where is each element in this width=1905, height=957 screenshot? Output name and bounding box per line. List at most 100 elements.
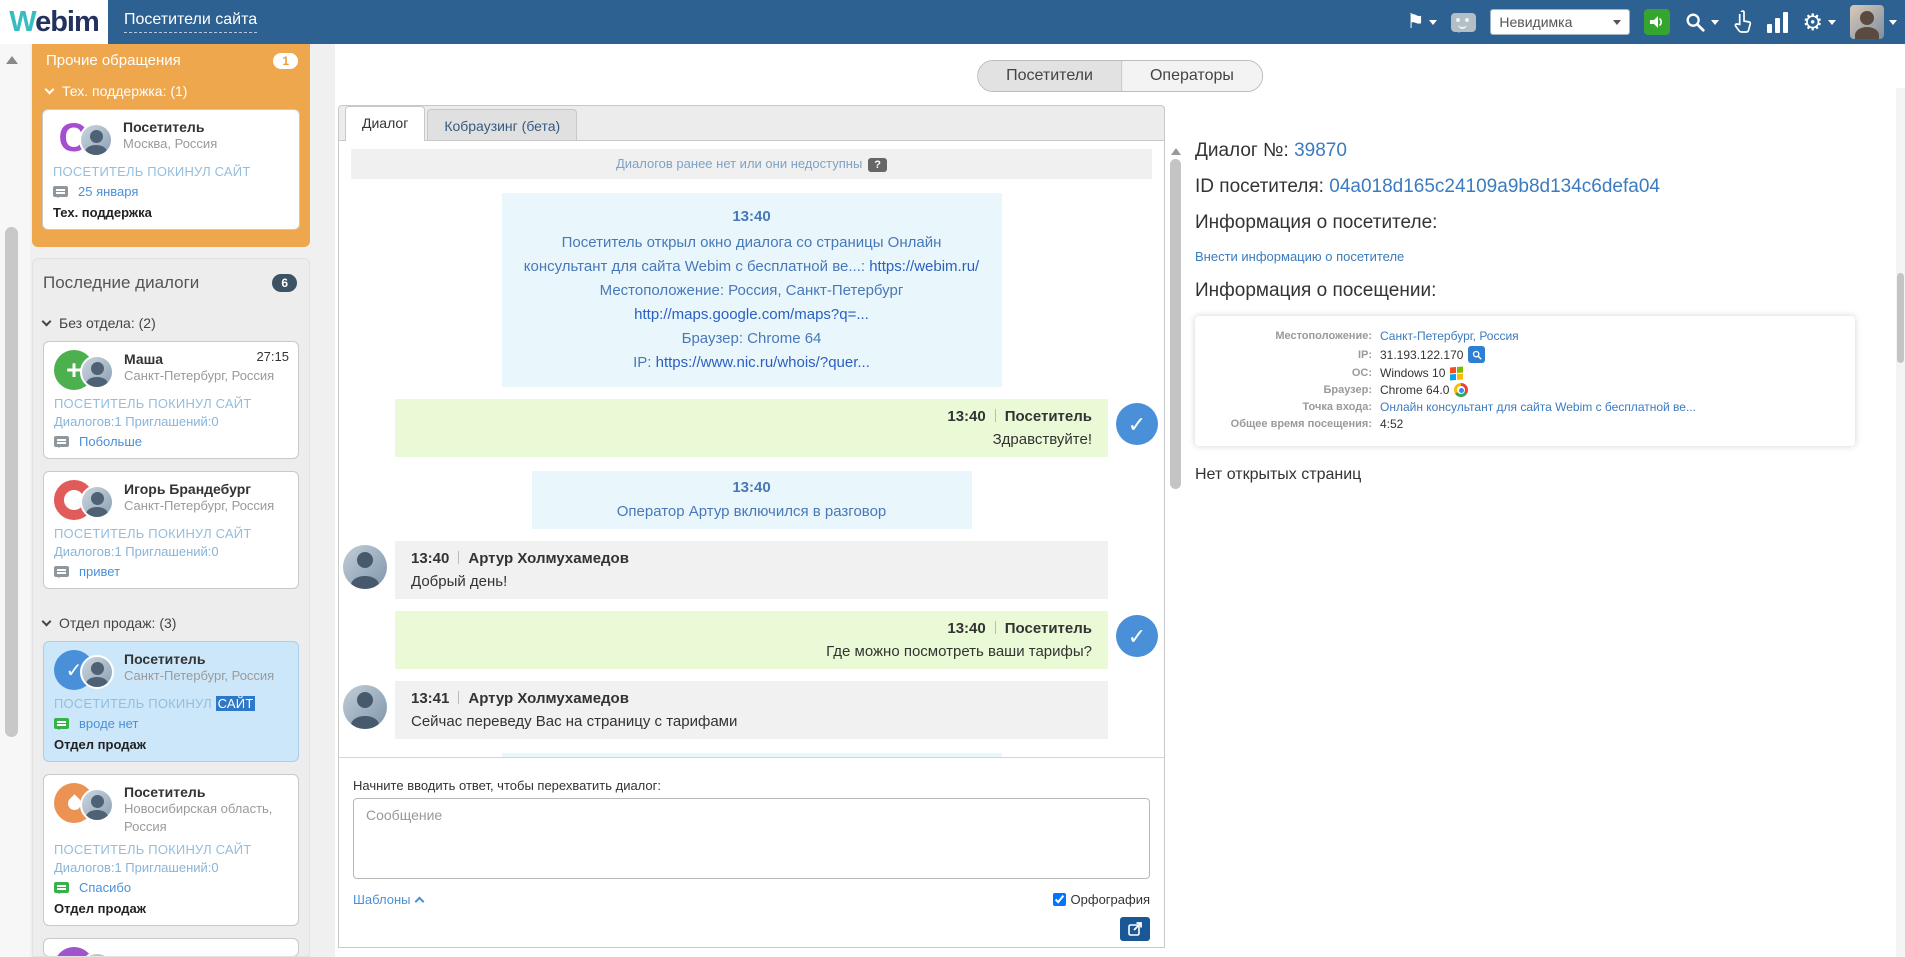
page-scrollbar[interactable] — [1896, 88, 1905, 957]
visitor-id-link[interactable]: 04a018d165c24109a9b8d134c6defa04 — [1329, 176, 1660, 197]
whois-link[interactable]: https://www.nic.ru/whois/?quer... — [656, 354, 870, 371]
read-check-icon: ✓ — [1116, 403, 1158, 445]
recent-dialogs-label: Последние диалоги — [43, 273, 200, 292]
search-button[interactable] — [1684, 11, 1720, 33]
windows-icon — [1450, 366, 1464, 380]
status-select-value: Невидимка — [1499, 14, 1573, 30]
last-message-link[interactable]: Спасибо — [79, 880, 131, 895]
send-icon — [1128, 922, 1142, 936]
visit-row-ip: IP: 31.193.122.170 — [1195, 346, 1841, 363]
flag-menu-button[interactable]: ⚑ — [1406, 12, 1438, 32]
message-time: 13:40 — [732, 479, 771, 496]
dialog-panel: Диалог Кобраузинг (бета) Диалогов ранее … — [338, 105, 1165, 948]
visitor-card-partial[interactable] — [43, 938, 299, 956]
visitor-card-tech[interactable]: C Посетитель Москва, Россия ПОСЕТИТЕЛЬ П… — [42, 109, 300, 230]
chat-scrollbar[interactable] — [1169, 141, 1182, 758]
other-requests-header[interactable]: Прочие обращения 1 — [32, 44, 310, 69]
scroll-up-icon[interactable] — [6, 50, 18, 64]
dialog-timer: 27:15 — [256, 349, 289, 364]
visitor-sidebar: Прочие обращения 1 Тех. поддержка: (1) C… — [0, 44, 335, 957]
message-author: Посетитель — [1004, 620, 1092, 637]
visitor-info-panel: Диалог №: 39870 ID посетителя: 04a018d16… — [1195, 140, 1885, 484]
highlighted-text: САЙТ — [215, 696, 256, 711]
message-textarea[interactable] — [353, 798, 1150, 879]
dialog-number-row: Диалог №: 39870 — [1195, 140, 1347, 161]
visit-row-os: ОС: Windows 10 — [1195, 366, 1841, 380]
last-message-link[interactable]: Побольше — [79, 434, 142, 449]
add-visitor-info-link[interactable]: Внести информацию о посетителе — [1195, 249, 1404, 264]
recent-dialogs-header: Последние диалоги 6 — [33, 263, 309, 301]
tab-cobrowsing[interactable]: Кобраузинг (бета) — [427, 109, 578, 140]
scroll-up-icon[interactable] — [1170, 143, 1181, 155]
visitor-status: ПОСЕТИТЕЛЬ ПОКИНУЛ САЙТ — [54, 526, 252, 541]
visitor-id-row: ID посетителя: 04a018d165c24109a9b8d134c… — [1195, 176, 1660, 197]
last-message-link[interactable]: вроде нет — [79, 716, 138, 731]
settings-button[interactable]: ⚙ — [1802, 10, 1836, 34]
chevron-down-icon — [1889, 19, 1897, 25]
no-earlier-dialogs-banner: Диалогов ранее нет или они недоступны? — [351, 149, 1152, 179]
visitor-card-novosibirsk[interactable]: Посетитель Новосибирская область, Россия… — [43, 774, 299, 926]
visitor-stats: Диалогов:1 Приглашений:0 — [54, 414, 219, 429]
message-time: 13:40 — [947, 408, 986, 425]
message-time: 13:40 — [732, 208, 771, 225]
visitor-department: Отдел продаж — [54, 901, 146, 916]
chevron-down-icon — [1711, 19, 1720, 25]
smiley-bubble-icon — [1451, 12, 1477, 33]
speaker-icon — [1650, 16, 1663, 28]
sound-button[interactable] — [1644, 9, 1671, 35]
location-link[interactable]: Санкт-Петербург, Россия — [1380, 329, 1519, 343]
bar-chart-icon — [1767, 11, 1789, 33]
user-avatar — [1850, 5, 1884, 39]
speech-bubble-icon — [54, 436, 69, 448]
site-link[interactable]: https://webim.ru/ — [869, 258, 979, 275]
group-header-sales[interactable]: Отдел продаж: (3) — [33, 601, 309, 637]
pointer-button[interactable] — [1733, 10, 1753, 34]
recent-dialogs-badge: 6 — [272, 274, 297, 292]
webim-logo[interactable]: Webim — [0, 0, 108, 44]
toggle-operators[interactable]: Операторы — [1120, 61, 1262, 91]
reply-label: Начните вводить ответ, чтобы перехватить… — [353, 778, 661, 793]
statistics-button[interactable] — [1767, 11, 1789, 33]
visitor-status: ПОСЕТИТЕЛЬ ПОКИНУЛ САЙТ — [53, 164, 251, 179]
group-header-no-department[interactable]: Без отдела: (2) — [33, 301, 309, 337]
entry-point-link[interactable]: Онлайн консультант для сайта Webim с бес… — [1380, 400, 1696, 414]
send-button[interactable] — [1120, 917, 1150, 941]
message-author: Артур Холмухамедов — [468, 690, 629, 707]
visitor-avatars: C — [53, 118, 115, 158]
sidebar-scrollbar-thumb[interactable] — [5, 227, 18, 737]
reply-area: Начните вводить ответ, чтобы перехватить… — [339, 758, 1164, 947]
chevron-down-icon — [1613, 19, 1622, 25]
message-list: Диалогов ранее нет или они недоступны? 1… — [339, 141, 1164, 758]
sidebar-scrollbar[interactable] — [0, 44, 30, 957]
chrome-icon — [1454, 383, 1469, 397]
read-check-icon: ✓ — [1116, 615, 1158, 657]
visitor-card-masha[interactable]: 27:15 + Маша Санкт-Петербург, Россия ПОС… — [43, 341, 299, 459]
group-header-tech-support[interactable]: Тех. поддержка: (1) — [32, 69, 310, 105]
spellcheck-checkbox[interactable] — [1052, 893, 1066, 906]
system-message-operator-joined: 13:40 Оператор Артур включился в разгово… — [531, 471, 972, 529]
templates-link[interactable]: Шаблоны — [353, 892, 424, 907]
message-time: 13:40 — [947, 620, 986, 637]
visitor-status: ПОСЕТИТЕЛЬ ПОКИНУЛ САЙТ — [54, 696, 256, 711]
visitor-card-igor[interactable]: Игорь Брандебург Санкт-Петербург, Россия… — [43, 471, 299, 589]
visitor-card-selected[interactable]: ✓ Посетитель Санкт-Петербург, Россия ПОС… — [43, 641, 299, 762]
last-message-link[interactable]: 25 января — [78, 184, 138, 199]
visitor-avatars: ✓ — [54, 650, 116, 690]
dialog-number-link[interactable]: 39870 — [1294, 140, 1347, 161]
map-link[interactable]: http://maps.google.com/maps?q=... — [634, 306, 869, 323]
help-icon[interactable]: ? — [868, 158, 888, 172]
last-message-link[interactable]: привет — [79, 564, 120, 579]
webim-logo-text: Webim — [9, 5, 100, 38]
operator-avatar — [343, 545, 387, 589]
account-menu[interactable] — [1850, 5, 1897, 39]
page-title[interactable]: Посетители сайта — [124, 11, 258, 33]
toggle-visitors[interactable]: Посетители — [978, 61, 1121, 91]
feedback-button[interactable] — [1451, 12, 1477, 33]
tab-dialog[interactable]: Диалог — [345, 106, 426, 141]
visitor-avatars: + — [54, 350, 116, 390]
speech-bubble-icon — [53, 186, 68, 198]
ip-search-badge[interactable] — [1468, 346, 1486, 363]
chat-scrollbar-thumb[interactable] — [1170, 159, 1181, 489]
status-select[interactable]: Невидимка — [1490, 9, 1631, 35]
page-scrollbar-thumb[interactable] — [1897, 273, 1904, 363]
